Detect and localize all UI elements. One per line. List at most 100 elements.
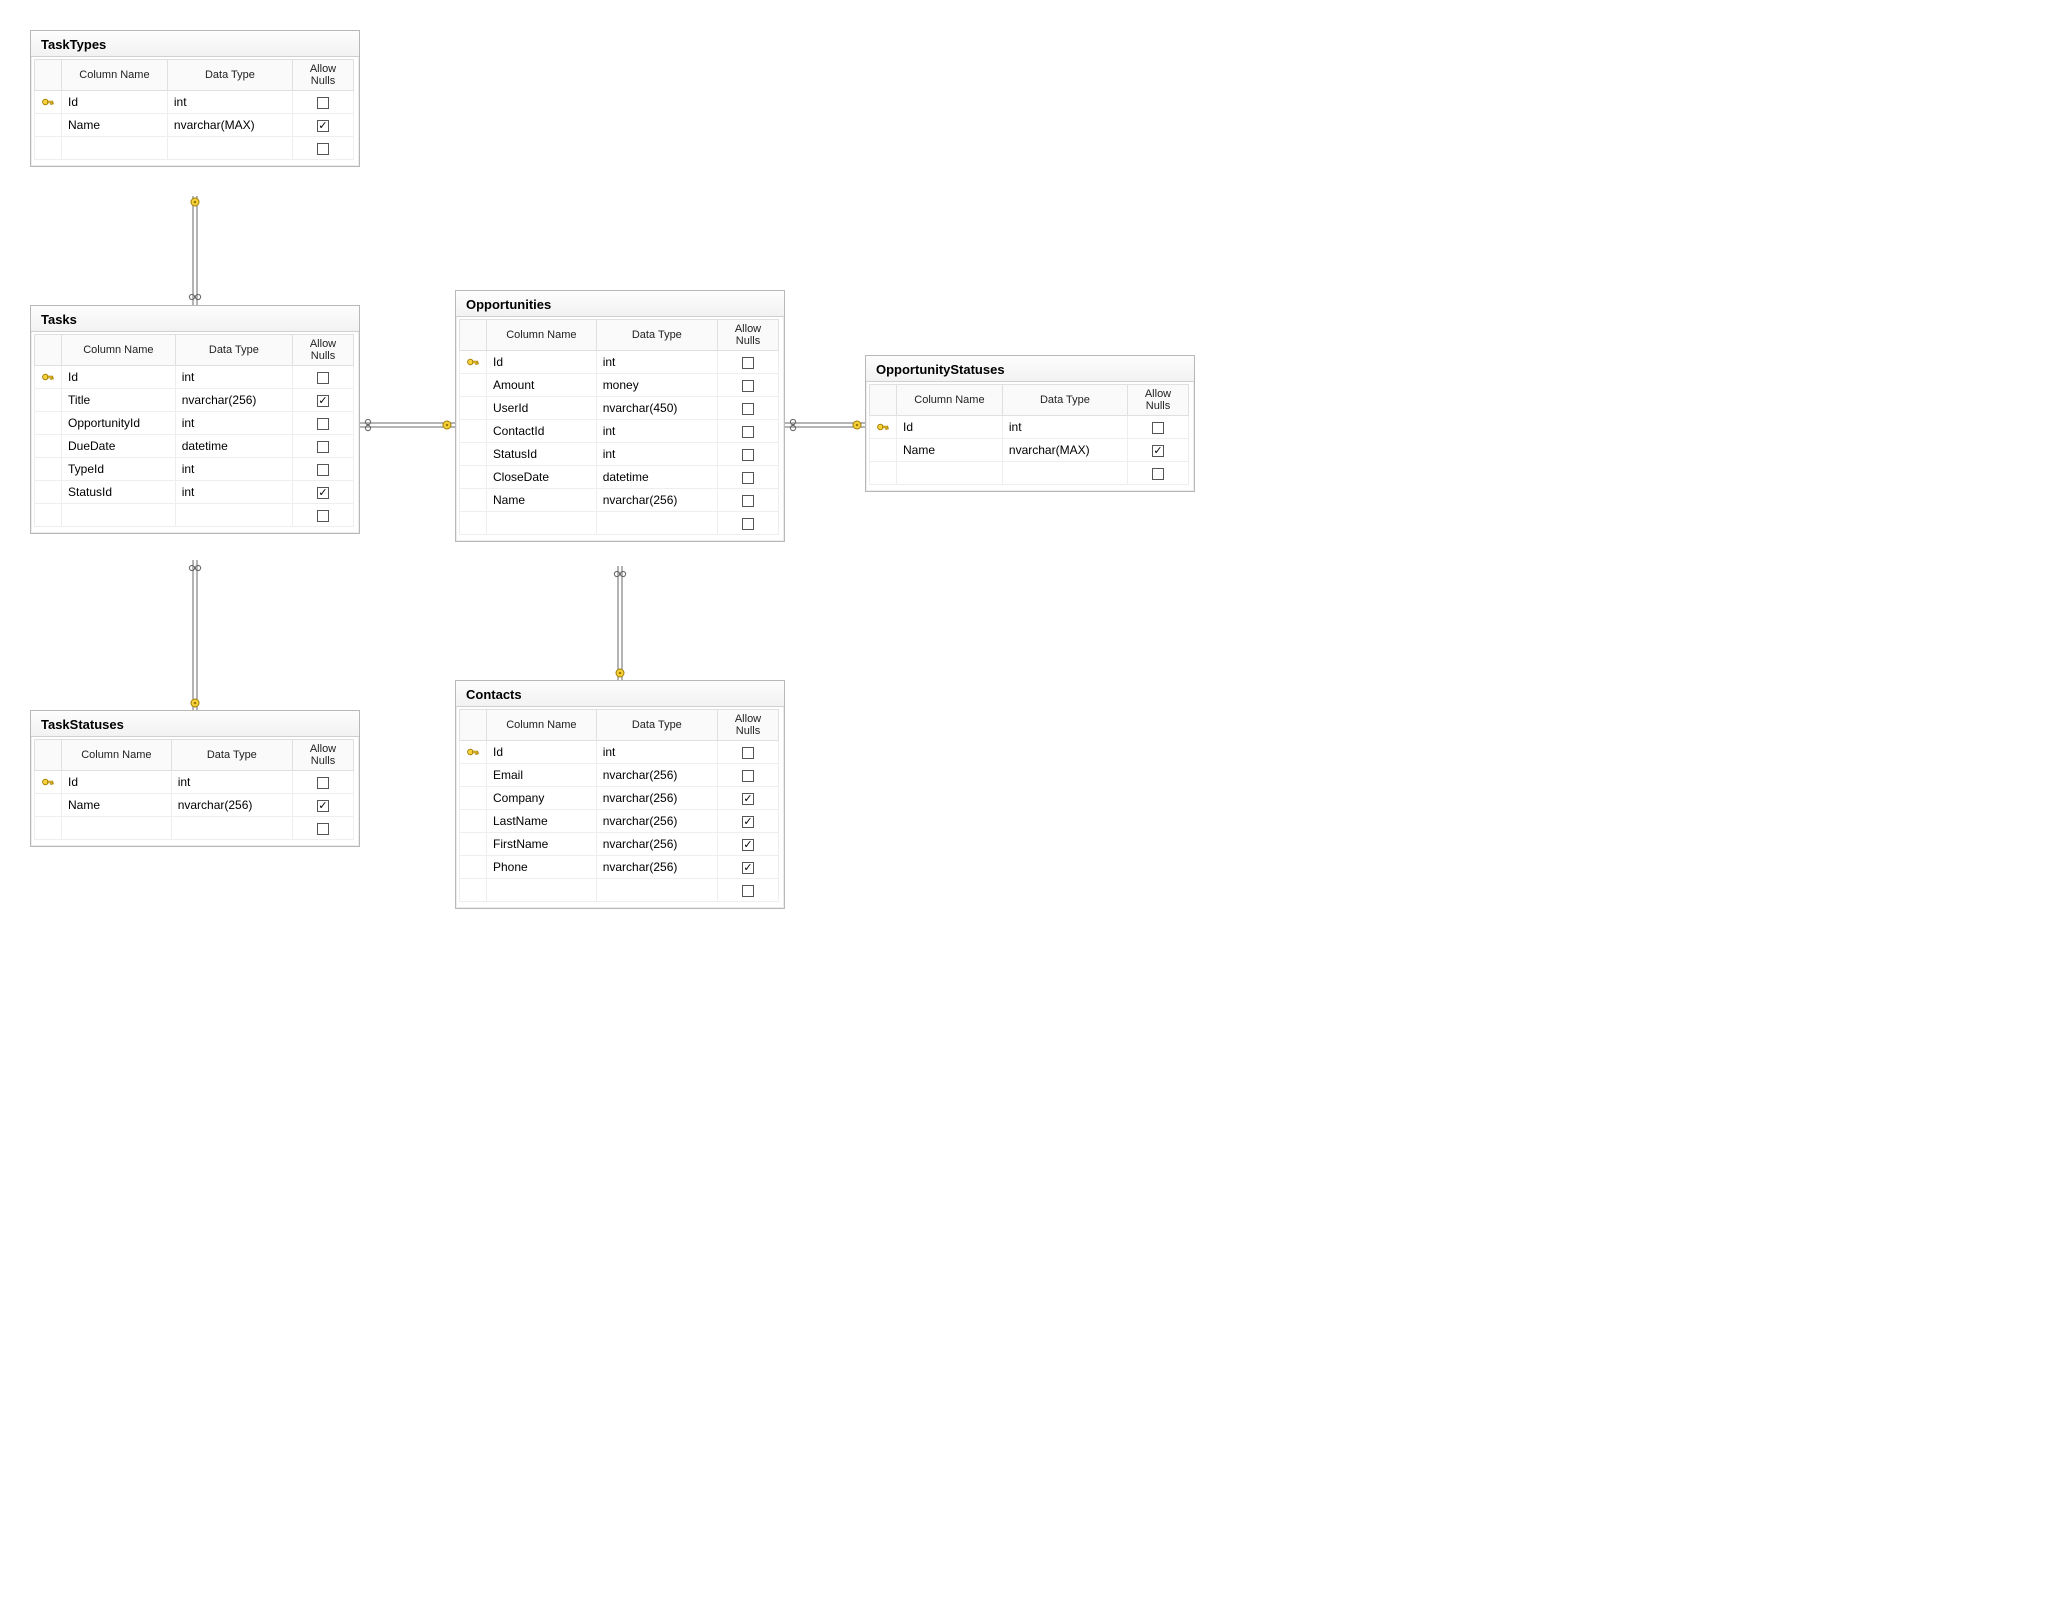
column-row[interactable]: Idint bbox=[460, 351, 779, 374]
column-name: TypeId bbox=[62, 458, 176, 481]
column-row[interactable]: Namenvarchar(MAX) bbox=[35, 114, 354, 137]
entity-title: Contacts bbox=[456, 681, 784, 707]
allow-nulls-checkbox[interactable] bbox=[742, 770, 754, 782]
allow-nulls-checkbox[interactable] bbox=[317, 823, 329, 835]
column-row[interactable]: Namenvarchar(MAX) bbox=[870, 439, 1189, 462]
column-type: datetime bbox=[175, 435, 292, 458]
column-row[interactable]: OpportunityIdint bbox=[35, 412, 354, 435]
column-name: ContactId bbox=[487, 420, 597, 443]
column-name: Id bbox=[62, 366, 176, 389]
entity-contacts[interactable]: ContactsColumn NameData TypeAllow NullsI… bbox=[455, 680, 785, 909]
column-row[interactable]: Companynvarchar(256) bbox=[460, 787, 779, 810]
column-row[interactable]: Amountmoney bbox=[460, 374, 779, 397]
column-row[interactable]: Titlenvarchar(256) bbox=[35, 389, 354, 412]
allow-nulls-checkbox[interactable] bbox=[317, 120, 329, 132]
column-row[interactable]: Namenvarchar(256) bbox=[35, 794, 354, 817]
entity-title: OpportunityStatuses bbox=[866, 356, 1194, 382]
column-row[interactable]: DueDatedatetime bbox=[35, 435, 354, 458]
column-row-empty[interactable] bbox=[35, 504, 354, 527]
allow-nulls-checkbox[interactable] bbox=[742, 403, 754, 415]
column-row-empty[interactable] bbox=[35, 137, 354, 160]
column-name: OpportunityId bbox=[62, 412, 176, 435]
allow-nulls-checkbox[interactable] bbox=[742, 747, 754, 759]
column-row[interactable]: StatusIdint bbox=[35, 481, 354, 504]
allow-nulls-checkbox[interactable] bbox=[742, 472, 754, 484]
column-type: nvarchar(256) bbox=[175, 389, 292, 412]
header-allow-nulls: Allow Nulls bbox=[718, 710, 779, 741]
allow-nulls-checkbox[interactable] bbox=[317, 464, 329, 476]
column-type: int bbox=[167, 91, 292, 114]
entity-tasks[interactable]: TasksColumn NameData TypeAllow NullsIdin… bbox=[30, 305, 360, 534]
column-name: Id bbox=[62, 771, 172, 794]
allow-nulls-checkbox[interactable] bbox=[317, 510, 329, 522]
allow-nulls-checkbox[interactable] bbox=[317, 418, 329, 430]
column-name: Id bbox=[62, 91, 168, 114]
allow-nulls-checkbox[interactable] bbox=[742, 885, 754, 897]
entity-taskstatuses[interactable]: TaskStatusesColumn NameData TypeAllow Nu… bbox=[30, 710, 360, 847]
column-row[interactable]: CloseDatedatetime bbox=[460, 466, 779, 489]
header-column-name: Column Name bbox=[487, 320, 597, 351]
column-row[interactable]: Idint bbox=[35, 771, 354, 794]
allow-nulls-checkbox[interactable] bbox=[317, 800, 329, 812]
column-name: Phone bbox=[487, 856, 597, 879]
header-column-name: Column Name bbox=[62, 60, 168, 91]
column-row[interactable]: ContactIdint bbox=[460, 420, 779, 443]
allow-nulls-checkbox[interactable] bbox=[742, 426, 754, 438]
column-row[interactable]: Emailnvarchar(256) bbox=[460, 764, 779, 787]
column-name: StatusId bbox=[62, 481, 176, 504]
allow-nulls-checkbox[interactable] bbox=[742, 449, 754, 461]
column-row[interactable]: Idint bbox=[460, 741, 779, 764]
allow-nulls-checkbox[interactable] bbox=[317, 441, 329, 453]
column-type: int bbox=[175, 458, 292, 481]
column-row[interactable]: TypeIdint bbox=[35, 458, 354, 481]
allow-nulls-checkbox[interactable] bbox=[742, 816, 754, 828]
allow-nulls-checkbox[interactable] bbox=[742, 793, 754, 805]
allow-nulls-checkbox[interactable] bbox=[1152, 445, 1164, 457]
column-row[interactable]: StatusIdint bbox=[460, 443, 779, 466]
column-name: CloseDate bbox=[487, 466, 597, 489]
column-row-empty[interactable] bbox=[460, 512, 779, 535]
column-type: nvarchar(256) bbox=[596, 833, 717, 856]
column-row[interactable]: Idint bbox=[870, 416, 1189, 439]
column-row-empty[interactable] bbox=[460, 879, 779, 902]
primary-key-icon bbox=[41, 95, 55, 109]
allow-nulls-checkbox[interactable] bbox=[1152, 468, 1164, 480]
diagram-canvas: TaskTypesColumn NameData TypeAllow Nulls… bbox=[0, 0, 1220, 960]
column-type: int bbox=[596, 741, 717, 764]
column-row[interactable]: Idint bbox=[35, 366, 354, 389]
allow-nulls-checkbox[interactable] bbox=[317, 372, 329, 384]
column-type: int bbox=[175, 366, 292, 389]
header-data-type: Data Type bbox=[596, 320, 717, 351]
allow-nulls-checkbox[interactable] bbox=[317, 777, 329, 789]
header-allow-nulls: Allow Nulls bbox=[718, 320, 779, 351]
allow-nulls-checkbox[interactable] bbox=[742, 495, 754, 507]
column-row[interactable]: FirstNamenvarchar(256) bbox=[460, 833, 779, 856]
allow-nulls-checkbox[interactable] bbox=[742, 862, 754, 874]
entity-opportunities[interactable]: OpportunitiesColumn NameData TypeAllow N… bbox=[455, 290, 785, 542]
column-name: Name bbox=[62, 794, 172, 817]
column-row[interactable]: Idint bbox=[35, 91, 354, 114]
columns-grid: Column NameData TypeAllow NullsIdintEmai… bbox=[459, 709, 779, 902]
allow-nulls-checkbox[interactable] bbox=[317, 143, 329, 155]
entity-opportunitystatuses[interactable]: OpportunityStatusesColumn NameData TypeA… bbox=[865, 355, 1195, 492]
allow-nulls-checkbox[interactable] bbox=[742, 357, 754, 369]
columns-grid: Column NameData TypeAllow NullsIdintTitl… bbox=[34, 334, 354, 527]
column-row-empty[interactable] bbox=[35, 817, 354, 840]
allow-nulls-checkbox[interactable] bbox=[742, 839, 754, 851]
allow-nulls-checkbox[interactable] bbox=[1152, 422, 1164, 434]
allow-nulls-checkbox[interactable] bbox=[742, 518, 754, 530]
column-row[interactable]: LastNamenvarchar(256) bbox=[460, 810, 779, 833]
column-row-empty[interactable] bbox=[870, 462, 1189, 485]
allow-nulls-checkbox[interactable] bbox=[317, 97, 329, 109]
allow-nulls-checkbox[interactable] bbox=[742, 380, 754, 392]
column-type: nvarchar(MAX) bbox=[167, 114, 292, 137]
allow-nulls-checkbox[interactable] bbox=[317, 487, 329, 499]
column-name: Title bbox=[62, 389, 176, 412]
column-row[interactable]: Phonenvarchar(256) bbox=[460, 856, 779, 879]
column-row[interactable]: UserIdnvarchar(450) bbox=[460, 397, 779, 420]
column-type: int bbox=[1002, 416, 1127, 439]
entity-tasktypes[interactable]: TaskTypesColumn NameData TypeAllow Nulls… bbox=[30, 30, 360, 167]
allow-nulls-checkbox[interactable] bbox=[317, 395, 329, 407]
column-type: money bbox=[596, 374, 717, 397]
column-row[interactable]: Namenvarchar(256) bbox=[460, 489, 779, 512]
